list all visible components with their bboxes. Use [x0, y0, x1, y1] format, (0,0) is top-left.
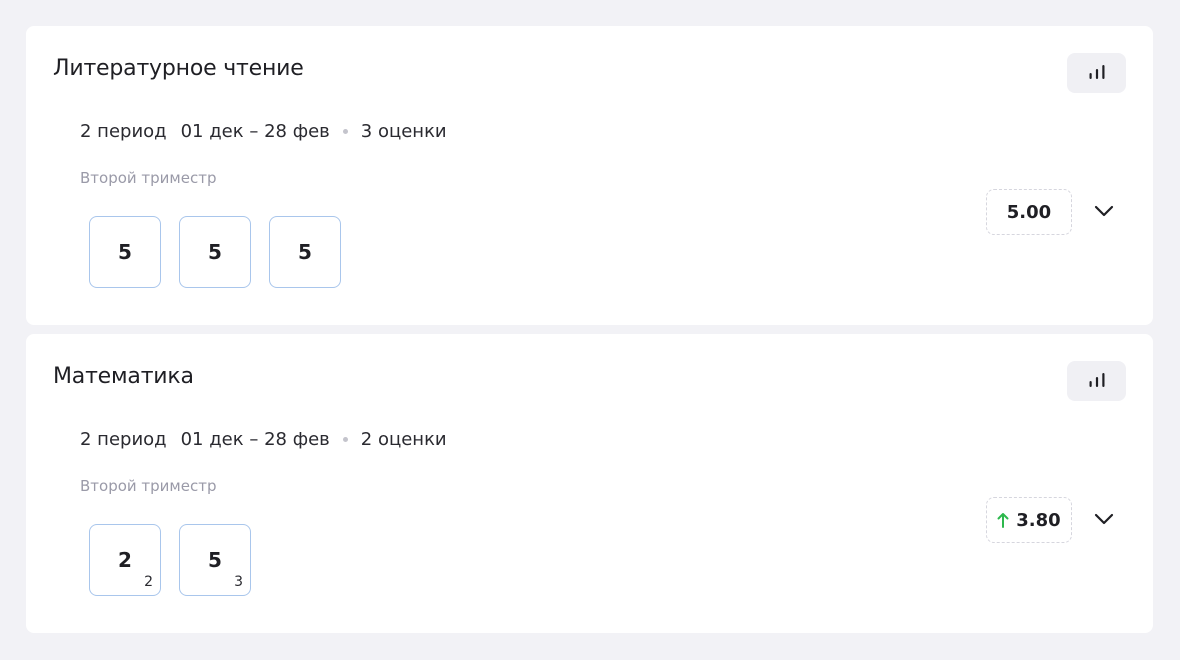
grades-list: 2 2 5 3: [89, 524, 251, 596]
expand-button[interactable]: [1090, 506, 1118, 534]
term-label: Второй триместр: [80, 169, 217, 187]
period-dates: 01 дек – 28 фев: [180, 429, 330, 450]
average-value: 5.00: [1006, 201, 1052, 223]
chevron-down-icon: [1094, 513, 1114, 528]
grades-list: 5 5 5: [89, 216, 341, 288]
grade-mark[interactable]: 5: [89, 216, 161, 288]
grade-weight: 3: [234, 574, 243, 590]
period-label: 2 период: [80, 429, 167, 450]
average-grade: 5.00: [986, 189, 1072, 235]
subject-card: Литературное чтение 2 период 01 дек – 28…: [26, 26, 1153, 325]
separator-dot: [342, 437, 348, 442]
grade-mark[interactable]: 5: [269, 216, 341, 288]
statistics-button[interactable]: [1067, 361, 1126, 401]
expand-button[interactable]: [1090, 198, 1118, 226]
marks-count: 2 оценки: [360, 429, 447, 450]
grade-value: 5: [298, 240, 312, 264]
subject-card: Математика 2 период 01 дек – 28 фев 2 оц…: [26, 334, 1153, 633]
arrow-up-icon: [997, 512, 1009, 528]
period-label: 2 период: [80, 121, 167, 142]
term-label: Второй триместр: [80, 477, 217, 495]
grade-value: 5: [118, 240, 132, 264]
grade-mark[interactable]: 5: [179, 216, 251, 288]
grade-value: 5: [208, 548, 222, 572]
grade-mark[interactable]: 2 2: [89, 524, 161, 596]
grade-value: 5: [208, 240, 222, 264]
bar-chart-icon: [1088, 64, 1106, 83]
bar-chart-icon: [1088, 372, 1106, 391]
period-info: 2 период 01 дек – 28 фев 2 оценки: [80, 429, 447, 450]
subject-title: Математика: [53, 364, 194, 389]
statistics-button[interactable]: [1067, 53, 1126, 93]
average-value: 3.80: [1016, 509, 1061, 531]
period-dates: 01 дек – 28 фев: [180, 121, 330, 142]
grade-mark[interactable]: 5 3: [179, 524, 251, 596]
marks-count: 3 оценки: [360, 121, 447, 142]
grade-value: 2: [118, 548, 132, 572]
chevron-down-icon: [1094, 205, 1114, 220]
grade-weight: 2: [144, 574, 153, 590]
average-grade: 3.80: [986, 497, 1072, 543]
separator-dot: [342, 129, 348, 134]
subject-title: Литературное чтение: [53, 56, 304, 81]
period-info: 2 период 01 дек – 28 фев 3 оценки: [80, 121, 447, 142]
